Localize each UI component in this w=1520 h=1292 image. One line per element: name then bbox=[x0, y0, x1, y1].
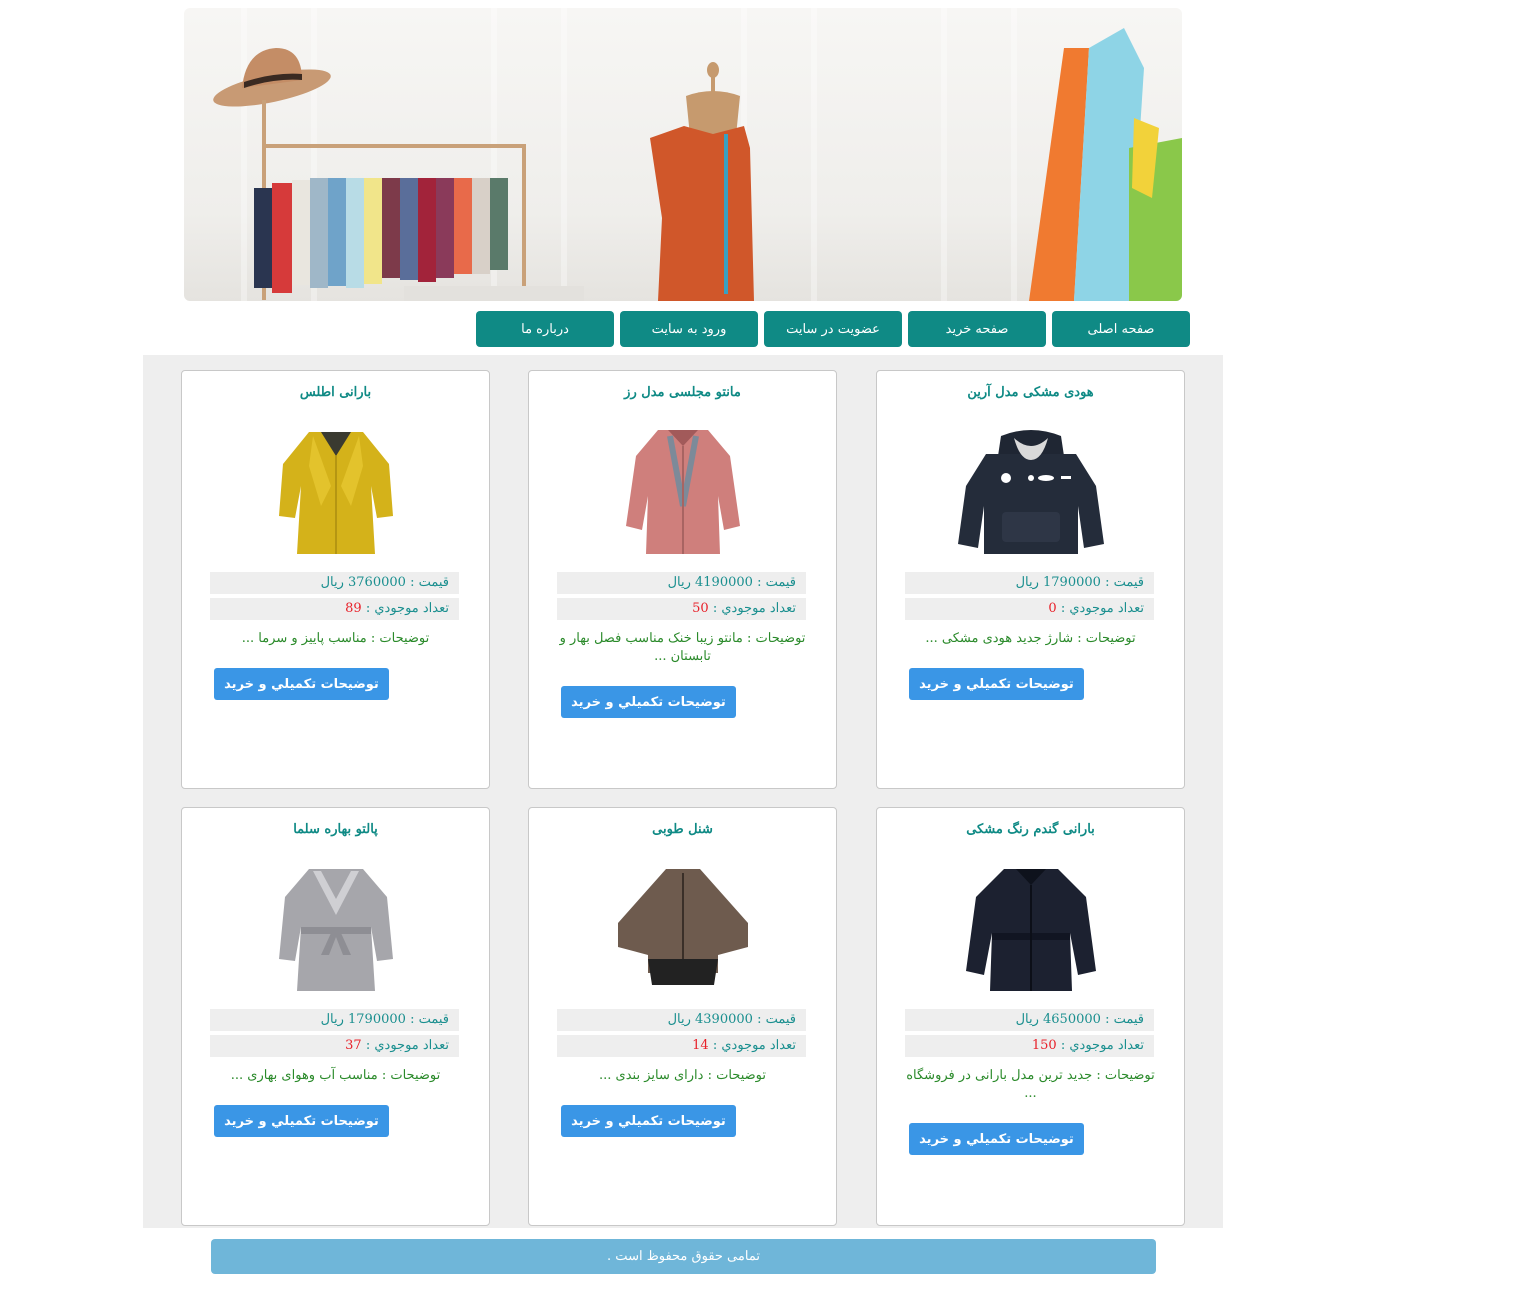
stock-value: 50 bbox=[692, 601, 709, 616]
price-label: قیمت : bbox=[410, 575, 449, 590]
product-description: توضیحات : دارای سایز بندی ... bbox=[553, 1067, 812, 1085]
currency-label: ریال bbox=[320, 575, 344, 590]
price-row: قیمت : 4390000 ریال bbox=[557, 1009, 806, 1031]
nav-register-button[interactable]: عضویت در سایت bbox=[764, 311, 902, 347]
price-label: قیمت : bbox=[1105, 1012, 1144, 1027]
price-row: قیمت : 3760000 ریال bbox=[210, 572, 459, 594]
product-card: هودی مشکی مدل آرین قیمت : 1790000 ریال ت… bbox=[876, 370, 1185, 789]
price-label: قیمت : bbox=[757, 575, 796, 590]
stock-value: 150 bbox=[1031, 1038, 1057, 1053]
description-text: مناسب پاییز و سرما ... bbox=[241, 631, 367, 646]
description-label: توضیحات : bbox=[381, 1068, 441, 1083]
price-row: قیمت : 1790000 ریال bbox=[905, 572, 1154, 594]
product-card: پالتو بهاره سلما قیمت : 1790000 ریال تعد… bbox=[181, 807, 490, 1226]
stock-label: تعداد موجودي : bbox=[1060, 601, 1144, 616]
stock-row: تعداد موجودي : 37 bbox=[210, 1035, 459, 1057]
details-and-buy-button[interactable]: توضيحات تکميلي و خريد bbox=[214, 668, 389, 700]
price-value: 4390000 bbox=[695, 1012, 753, 1027]
currency-label: ریال bbox=[320, 1012, 344, 1027]
stock-label: تعداد موجودي : bbox=[365, 1038, 449, 1053]
product-description: توضیحات : مناسب پاییز و سرما ... bbox=[206, 630, 465, 648]
product-title[interactable]: پالتو بهاره سلما bbox=[182, 822, 489, 837]
product-card: مانتو مجلسی مدل رز قیمت : 4190000 ریال ت… bbox=[528, 370, 837, 789]
hero-banner-image bbox=[184, 8, 1182, 301]
price-label: قیمت : bbox=[410, 1012, 449, 1027]
stock-label: تعداد موجودي : bbox=[365, 601, 449, 616]
product-card: بارانی اطلس قیمت : 3760000 ریال تعداد مو… bbox=[181, 370, 490, 789]
product-description: توضیحات : شارژ جدید هودی مشکی ... bbox=[901, 630, 1160, 648]
product-title[interactable]: بارانی گندم رنگ مشکی bbox=[877, 822, 1184, 837]
product-title[interactable]: مانتو مجلسی مدل رز bbox=[529, 385, 836, 400]
nav-home-button[interactable]: صفحه اصلی bbox=[1052, 311, 1190, 347]
product-description: توضیحات : جدید ترین مدل بارانی در فروشگا… bbox=[901, 1067, 1160, 1103]
details-and-buy-button[interactable]: توضيحات تکميلي و خريد bbox=[561, 686, 736, 718]
grey-coat-image[interactable] bbox=[251, 863, 421, 998]
currency-label: ریال bbox=[1015, 575, 1039, 590]
details-and-buy-button[interactable]: توضيحات تکميلي و خريد bbox=[909, 668, 1084, 700]
nav-shop-button[interactable]: صفحه خرید bbox=[908, 311, 1046, 347]
product-title[interactable]: بارانی اطلس bbox=[182, 385, 489, 400]
description-label: توضیحات : bbox=[1077, 631, 1136, 646]
clothing-store-illustration bbox=[213, 8, 1182, 301]
description-label: توضیحات : bbox=[707, 1068, 766, 1083]
stock-row: تعداد موجودي : 14 bbox=[557, 1035, 806, 1057]
product-description: توضیحات : مانتو زیبا خنک مناسب فصل بهار … bbox=[553, 630, 812, 666]
product-title[interactable]: هودی مشکی مدل آرین bbox=[877, 385, 1184, 400]
price-label: قیمت : bbox=[757, 1012, 796, 1027]
description-text: جدید ترین مدل بارانی در فروشگاه ... bbox=[906, 1068, 1093, 1101]
product-description: توضیحات : مناسب آب وهوای بهاری ... bbox=[206, 1067, 465, 1085]
price-value: 1790000 bbox=[348, 1012, 406, 1027]
details-and-buy-button[interactable]: توضيحات تکميلي و خريد bbox=[909, 1123, 1084, 1155]
description-label: توضیحات : bbox=[747, 631, 806, 646]
price-value: 4650000 bbox=[1043, 1012, 1101, 1027]
product-card: بارانی گندم رنگ مشکی قیمت : 4650000 ریال… bbox=[876, 807, 1185, 1226]
description-text: شارژ جدید هودی مشکی ... bbox=[925, 631, 1074, 646]
description-label: توضیحات : bbox=[1096, 1068, 1155, 1083]
details-and-buy-button[interactable]: توضيحات تکميلي و خريد bbox=[561, 1105, 736, 1137]
brown-cape-image[interactable] bbox=[598, 863, 768, 998]
product-grid: هودی مشکی مدل آرین قیمت : 1790000 ریال ت… bbox=[143, 355, 1223, 1228]
currency-label: ریال bbox=[667, 575, 691, 590]
product-title[interactable]: شنل طوبی bbox=[529, 822, 836, 837]
currency-label: ریال bbox=[1015, 1012, 1039, 1027]
black-raincoat-image[interactable] bbox=[946, 863, 1116, 998]
main-nav: صفحه اصلی صفحه خرید عضویت در سایت ورود ب… bbox=[476, 311, 1190, 347]
description-text: مناسب آب وهوای بهاری ... bbox=[230, 1068, 378, 1083]
product-card: شنل طوبی قیمت : 4390000 ریال تعداد موجود… bbox=[528, 807, 837, 1226]
stock-value: 14 bbox=[692, 1038, 709, 1053]
price-row: قیمت : 4650000 ریال bbox=[905, 1009, 1154, 1031]
price-label: قیمت : bbox=[1105, 575, 1144, 590]
price-value: 3760000 bbox=[348, 575, 406, 590]
currency-label: ریال bbox=[667, 1012, 691, 1027]
pink-coat-image[interactable] bbox=[598, 426, 768, 561]
price-row: قیمت : 1790000 ریال bbox=[210, 1009, 459, 1031]
stock-row: تعداد موجودي : 89 bbox=[210, 598, 459, 620]
price-value: 1790000 bbox=[1043, 575, 1101, 590]
stock-row: تعداد موجودي : 0 bbox=[905, 598, 1154, 620]
stock-value: 0 bbox=[1048, 601, 1057, 616]
stock-value: 37 bbox=[345, 1038, 362, 1053]
price-value: 4190000 bbox=[695, 575, 753, 590]
black-hoodie-image[interactable] bbox=[946, 426, 1116, 561]
nav-about-button[interactable]: درباره ما bbox=[476, 311, 614, 347]
details-and-buy-button[interactable]: توضيحات تکميلي و خريد bbox=[214, 1105, 389, 1137]
description-text: مانتو زیبا خنک مناسب فصل بهار و تابستان … bbox=[559, 631, 743, 664]
stock-label: تعداد موجودي : bbox=[712, 601, 796, 616]
stock-value: 89 bbox=[345, 601, 362, 616]
description-text: دارای سایز بندی ... bbox=[599, 1068, 704, 1083]
nav-login-button[interactable]: ورود به سایت bbox=[620, 311, 758, 347]
stock-row: تعداد موجودي : 150 bbox=[905, 1035, 1154, 1057]
yellow-raincoat-image[interactable] bbox=[251, 426, 421, 561]
stock-label: تعداد موجودي : bbox=[1060, 1038, 1144, 1053]
footer-copyright: تمامی حقوق محفوظ است . bbox=[211, 1239, 1156, 1274]
stock-label: تعداد موجودي : bbox=[712, 1038, 796, 1053]
stock-row: تعداد موجودي : 50 bbox=[557, 598, 806, 620]
price-row: قیمت : 4190000 ریال bbox=[557, 572, 806, 594]
description-label: توضیحات : bbox=[370, 631, 430, 646]
